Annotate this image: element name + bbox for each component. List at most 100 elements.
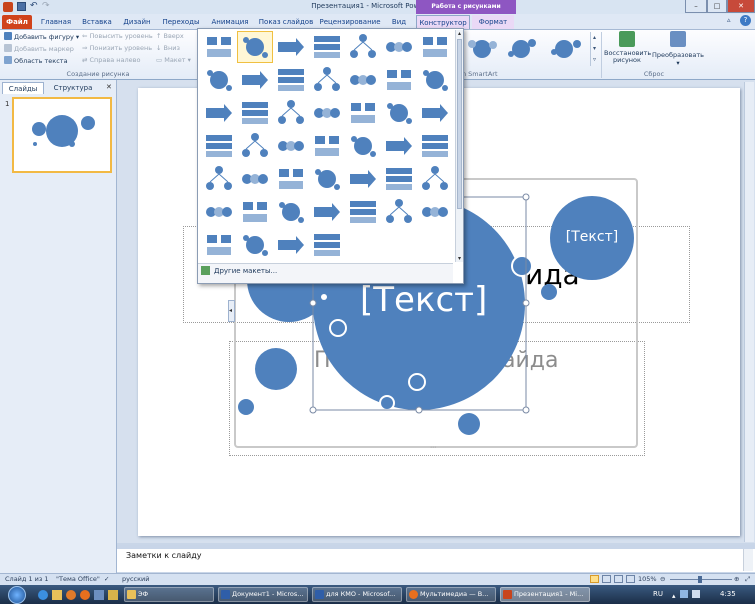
taskbar-item-ef[interactable]: ЭФ <box>124 587 214 602</box>
gallery-layout-44[interactable] <box>237 229 273 261</box>
gallery-layout-16[interactable] <box>237 97 273 129</box>
gallery-layout-46[interactable] <box>309 229 345 261</box>
volume-icon <box>691 590 700 598</box>
gallery-layout-22[interactable] <box>201 130 237 162</box>
gallery-layout-7[interactable] <box>417 31 453 63</box>
more-layouts-icon <box>201 266 210 275</box>
taskbar-item-presentation1[interactable]: Презентация1 - Mi... <box>500 587 590 602</box>
smartart-layout-icon <box>206 135 232 157</box>
edit-scrollbar[interactable] <box>744 82 754 542</box>
gallery-layout-42[interactable] <box>417 196 453 228</box>
gallery-layout-27[interactable] <box>381 130 417 162</box>
gallery-layout-21[interactable] <box>417 97 453 129</box>
gallery-layout-38[interactable] <box>273 196 309 228</box>
gallery-layout-5[interactable] <box>345 31 381 63</box>
tray-icons[interactable]: ▴ <box>672 590 712 600</box>
smartart-layout-icon <box>387 103 412 124</box>
gallery-layout-29[interactable] <box>201 163 237 195</box>
network-icon <box>679 590 688 598</box>
more-layouts-link[interactable]: Другие макеты... <box>201 266 277 275</box>
gallery-layout-40[interactable] <box>345 196 381 228</box>
fit-slide-icon[interactable]: ⤢ <box>745 575 750 584</box>
smartart-main-text[interactable]: [Текст] <box>360 280 487 320</box>
gallery-layout-12[interactable] <box>345 64 381 96</box>
gallery-layout-18[interactable] <box>309 97 345 129</box>
smartart-layout-icon <box>314 108 340 118</box>
gallery-layout-37[interactable] <box>237 196 273 228</box>
gallery-layout-45[interactable] <box>273 229 309 261</box>
gallery-layout-3[interactable] <box>273 31 309 63</box>
gallery-layout-2[interactable] <box>237 31 273 63</box>
gallery-layout-34[interactable] <box>381 163 417 195</box>
notes-pane[interactable] <box>117 545 755 572</box>
gallery-layout-31[interactable] <box>273 163 309 195</box>
gallery-layout-1[interactable] <box>201 31 237 63</box>
smartart-layout-icon <box>278 141 304 151</box>
gallery-layout-36[interactable] <box>201 196 237 228</box>
gallery-layout-28[interactable] <box>417 130 453 162</box>
gallery-layout-24[interactable] <box>273 130 309 162</box>
gallery-scroll-down[interactable]: ▾ <box>456 255 463 262</box>
connector-left-node <box>329 319 347 337</box>
gallery-layout-33[interactable] <box>345 163 381 195</box>
smartart-layout-icon <box>206 104 232 122</box>
gallery-layout-39[interactable] <box>309 196 345 228</box>
gallery-layout-35[interactable] <box>417 163 453 195</box>
gallery-layout-14[interactable] <box>417 64 453 96</box>
zoom-level[interactable]: 105% <box>638 575 657 583</box>
taskbar-item-multimedia[interactable]: Мультимедиа — В... <box>406 587 496 602</box>
smartart-layout-icon <box>206 207 232 217</box>
media-player-icon[interactable] <box>66 590 76 600</box>
shape-bottom-circle <box>458 413 480 435</box>
zoom-in-button[interactable]: ⊕ <box>734 575 739 583</box>
gallery-layout-6[interactable] <box>381 31 417 63</box>
smartart-layout-icon <box>279 169 303 189</box>
smartart-layout-icon <box>423 37 447 57</box>
gallery-layout-19[interactable] <box>345 97 381 129</box>
show-desktop-icon[interactable] <box>94 590 104 600</box>
ie-icon[interactable] <box>38 590 48 600</box>
smartart-layout-icon <box>278 69 304 91</box>
input-language[interactable]: RU <box>653 590 663 598</box>
explorer-icon[interactable] <box>52 590 62 600</box>
taskbar-item-document1[interactable]: Документ1 - Micros... <box>218 587 308 602</box>
smartart-small-text[interactable]: [Текст] <box>559 229 625 245</box>
gallery-layout-17[interactable] <box>273 97 309 129</box>
gallery-layout-30[interactable] <box>237 163 273 195</box>
gallery-layout-8[interactable] <box>201 64 237 96</box>
start-button[interactable] <box>8 586 26 604</box>
gallery-layout-13[interactable] <box>381 64 417 96</box>
zoom-out-button[interactable]: ⊖ <box>660 575 665 583</box>
gallery-layout-43[interactable] <box>201 229 237 261</box>
zoom-slider-thumb[interactable] <box>698 576 702 583</box>
view-reading-icon[interactable] <box>614 575 623 583</box>
gallery-scrollbar[interactable]: ▴ ▾ <box>455 30 463 262</box>
gallery-layout-32[interactable] <box>309 163 345 195</box>
view-normal-icon[interactable] <box>590 575 599 583</box>
smartart-layout-icon <box>422 135 448 157</box>
spellcheck-icon[interactable]: ✓ <box>104 575 109 583</box>
gallery-layout-25[interactable] <box>309 130 345 162</box>
theme-status[interactable]: "Тема Office" <box>56 575 100 583</box>
gallery-layout-9[interactable] <box>237 64 273 96</box>
language-status[interactable]: русский <box>122 575 150 583</box>
firefox-icon[interactable] <box>80 590 90 600</box>
gallery-layout-11[interactable] <box>309 64 345 96</box>
gallery-layout-23[interactable] <box>237 130 273 162</box>
notes-scrollbar[interactable] <box>743 549 753 571</box>
gallery-scroll-thumb[interactable] <box>457 39 462 209</box>
taskbar-item-kmo[interactable]: для КМО - Microsof... <box>312 587 402 602</box>
gallery-scroll-up[interactable]: ▴ <box>456 30 463 37</box>
gallery-layout-4[interactable] <box>309 31 345 63</box>
gallery-layout-20[interactable] <box>381 97 417 129</box>
gallery-layout-15[interactable] <box>201 97 237 129</box>
smartart-layout-icon <box>243 235 268 256</box>
gallery-layout-10[interactable] <box>273 64 309 96</box>
connector-bottom-node-b <box>379 395 395 411</box>
gallery-layout-26[interactable] <box>345 130 381 162</box>
folder-icon[interactable] <box>108 590 118 600</box>
gallery-layout-41[interactable] <box>381 196 417 228</box>
view-slideshow-icon[interactable] <box>626 575 635 583</box>
firefox-icon <box>409 590 418 599</box>
view-sorter-icon[interactable] <box>602 575 611 583</box>
